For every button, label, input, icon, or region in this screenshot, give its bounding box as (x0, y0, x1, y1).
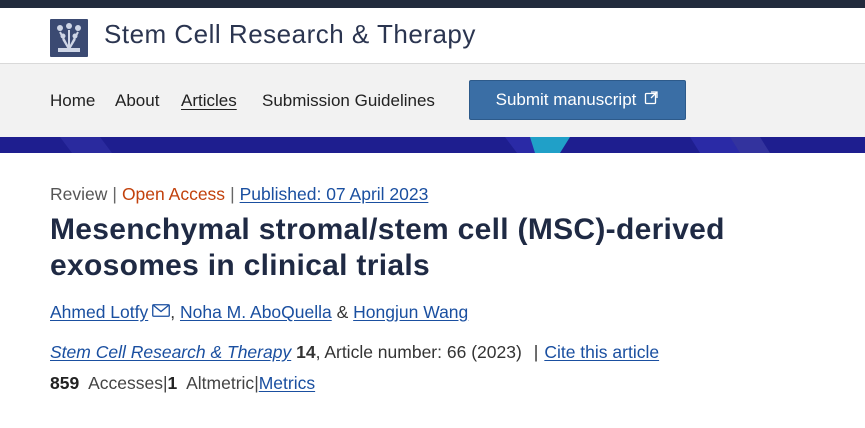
author-list: Ahmed Lotfy , Noha M. AboQuella & Hongju… (50, 301, 469, 322)
nav-home[interactable]: Home (50, 91, 95, 111)
author-link[interactable]: Ahmed Lotfy (50, 302, 148, 322)
external-link-icon (644, 90, 659, 110)
accesses-label: Accesses (88, 373, 163, 393)
article-title: Mesenchymal stromal/stem cell (MSC)-deri… (50, 213, 725, 282)
accesses-count: 859 (50, 373, 80, 393)
people-tree-icon[interactable] (50, 19, 88, 57)
separator: | (230, 184, 235, 204)
citation-line: Stem Cell Research & Therapy 14, Article… (50, 342, 659, 363)
author-link[interactable]: Hongjun Wang (353, 302, 468, 322)
metrics-line: 859 Accesses|1 Altmetric|Metrics (50, 373, 315, 394)
article-type: Review (50, 184, 108, 204)
nav-submission-guidelines[interactable]: Submission Guidelines (262, 91, 435, 111)
cite-article-link[interactable]: Cite this article (544, 342, 659, 362)
top-strip (0, 0, 865, 8)
article-number: , Article number: 66 (2023) (315, 342, 522, 362)
volume-number: 14 (296, 342, 316, 362)
nav-about[interactable]: About (115, 91, 159, 111)
separator: | (533, 342, 539, 362)
published-date-link[interactable]: Published: 07 April 2023 (240, 184, 429, 204)
submit-manuscript-label: Submit manuscript (495, 90, 637, 109)
submit-manuscript-button[interactable]: Submit manuscript (469, 80, 686, 120)
open-access-badge: Open Access (121, 184, 226, 204)
mail-icon[interactable] (152, 301, 171, 322)
decorative-band (0, 137, 865, 153)
article-meta: Review | Open Access | Published: 07 April 2… (50, 184, 428, 205)
journal-link[interactable]: Stem Cell Research & Therapy (50, 342, 291, 362)
altmetric-count: 1 (167, 373, 178, 393)
main-nav: Home About Articles Submission Guideline… (0, 63, 865, 138)
site-header: Stem Cell Research & Therapy (0, 8, 865, 63)
separator: | (112, 184, 117, 204)
nav-articles[interactable]: Articles (181, 91, 237, 111)
author-link[interactable]: Noha M. AboQuella (180, 302, 332, 322)
site-title[interactable]: Stem Cell Research & Therapy (104, 19, 476, 50)
altmetric-label: Altmetric (186, 373, 255, 393)
metrics-link[interactable]: Metrics (259, 373, 315, 393)
